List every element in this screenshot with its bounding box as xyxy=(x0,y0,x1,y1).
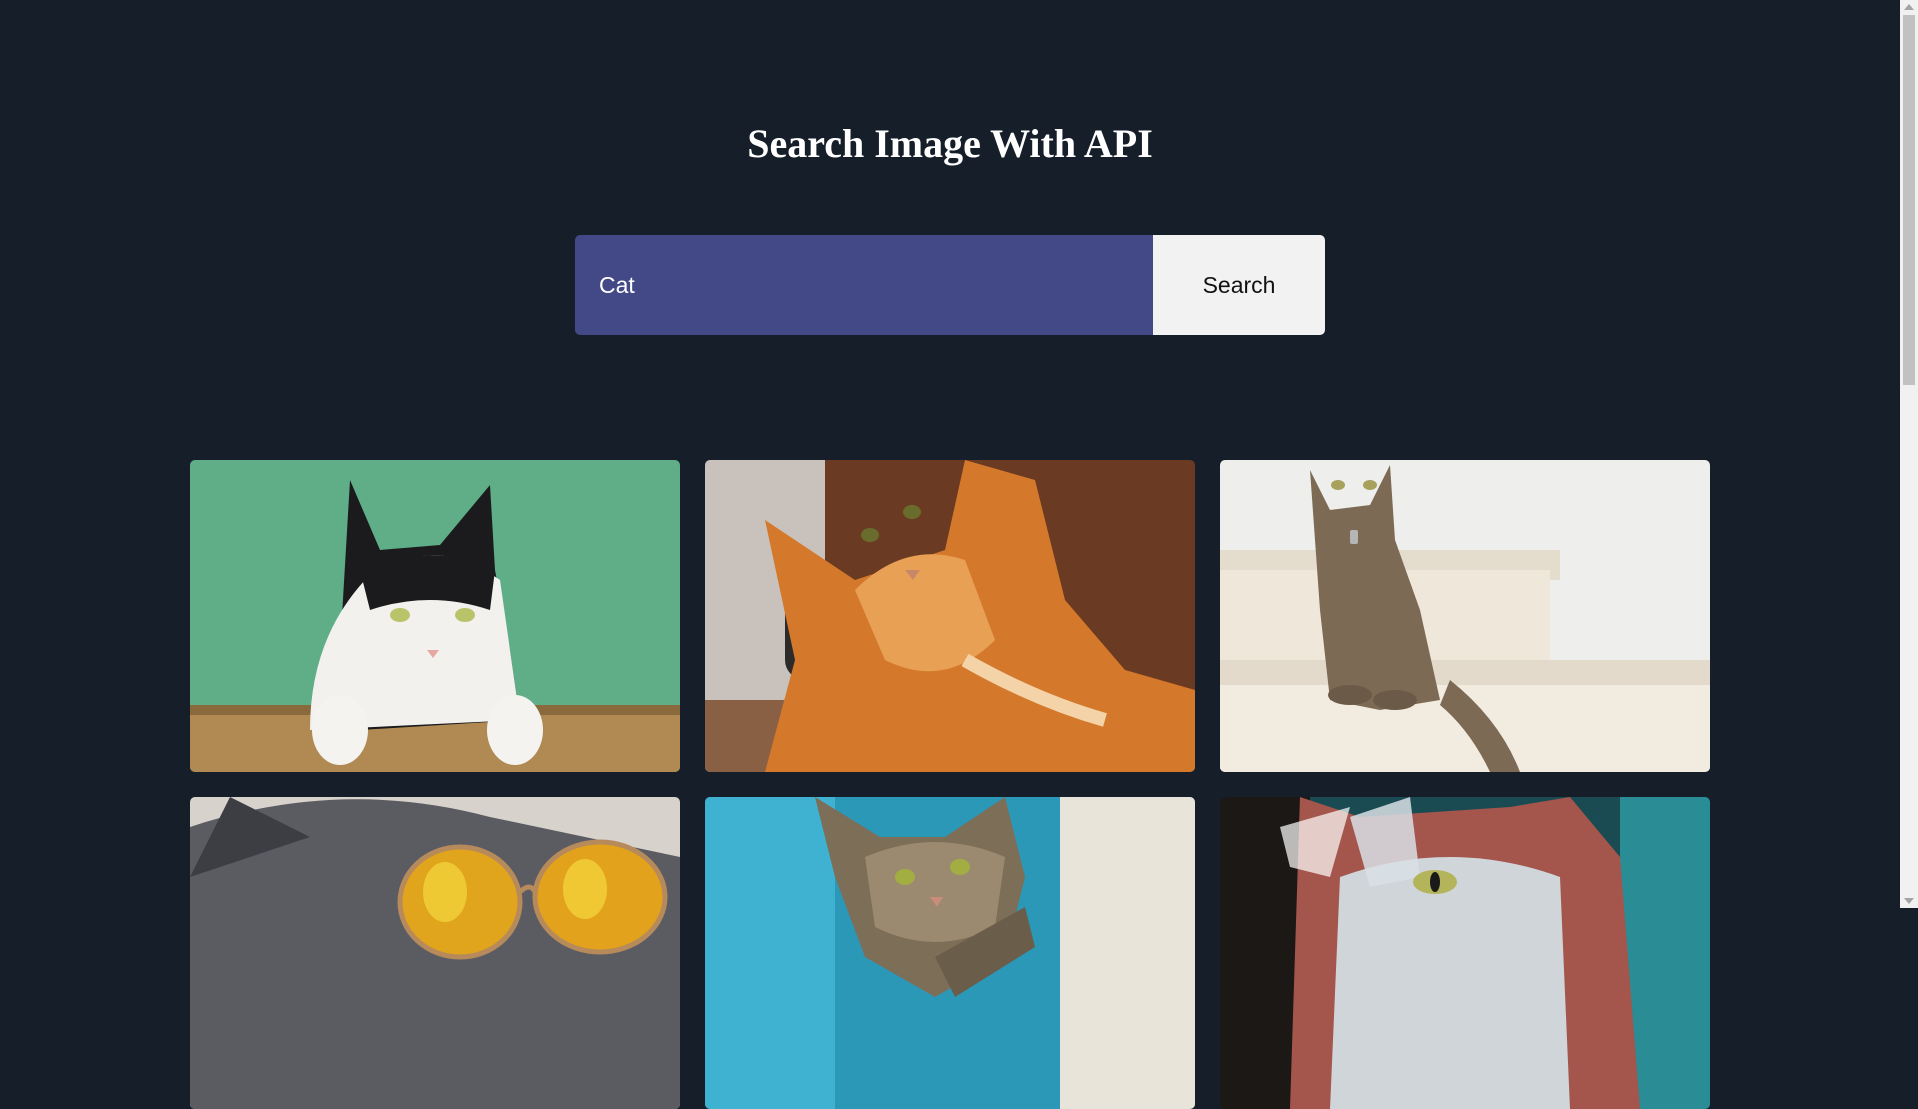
page: Search Image With API Search xyxy=(0,0,1900,1109)
page-scrollbar[interactable] xyxy=(1900,0,1918,908)
scroll-up-arrow-icon[interactable] xyxy=(1904,4,1914,10)
cat-image-6 xyxy=(1220,797,1710,1109)
scroll-down-arrow-icon[interactable] xyxy=(1904,898,1914,904)
image-card[interactable] xyxy=(705,797,1195,1109)
search-button[interactable]: Search xyxy=(1153,235,1325,335)
scrollbar-thumb[interactable] xyxy=(1903,15,1915,385)
search-input[interactable] xyxy=(575,235,1153,335)
image-card[interactable] xyxy=(1220,460,1710,772)
image-card[interactable] xyxy=(190,460,680,772)
cat-image-4 xyxy=(190,797,680,1109)
image-card[interactable] xyxy=(705,460,1195,772)
image-card[interactable] xyxy=(190,797,680,1109)
page-title: Search Image With API xyxy=(747,121,1153,166)
cat-image-3 xyxy=(1220,460,1710,772)
search-form: Search xyxy=(575,235,1325,335)
cat-image-2 xyxy=(705,460,1195,772)
cat-image-1 xyxy=(190,460,680,772)
image-card[interactable] xyxy=(1220,797,1710,1109)
cat-image-5 xyxy=(705,797,1195,1109)
